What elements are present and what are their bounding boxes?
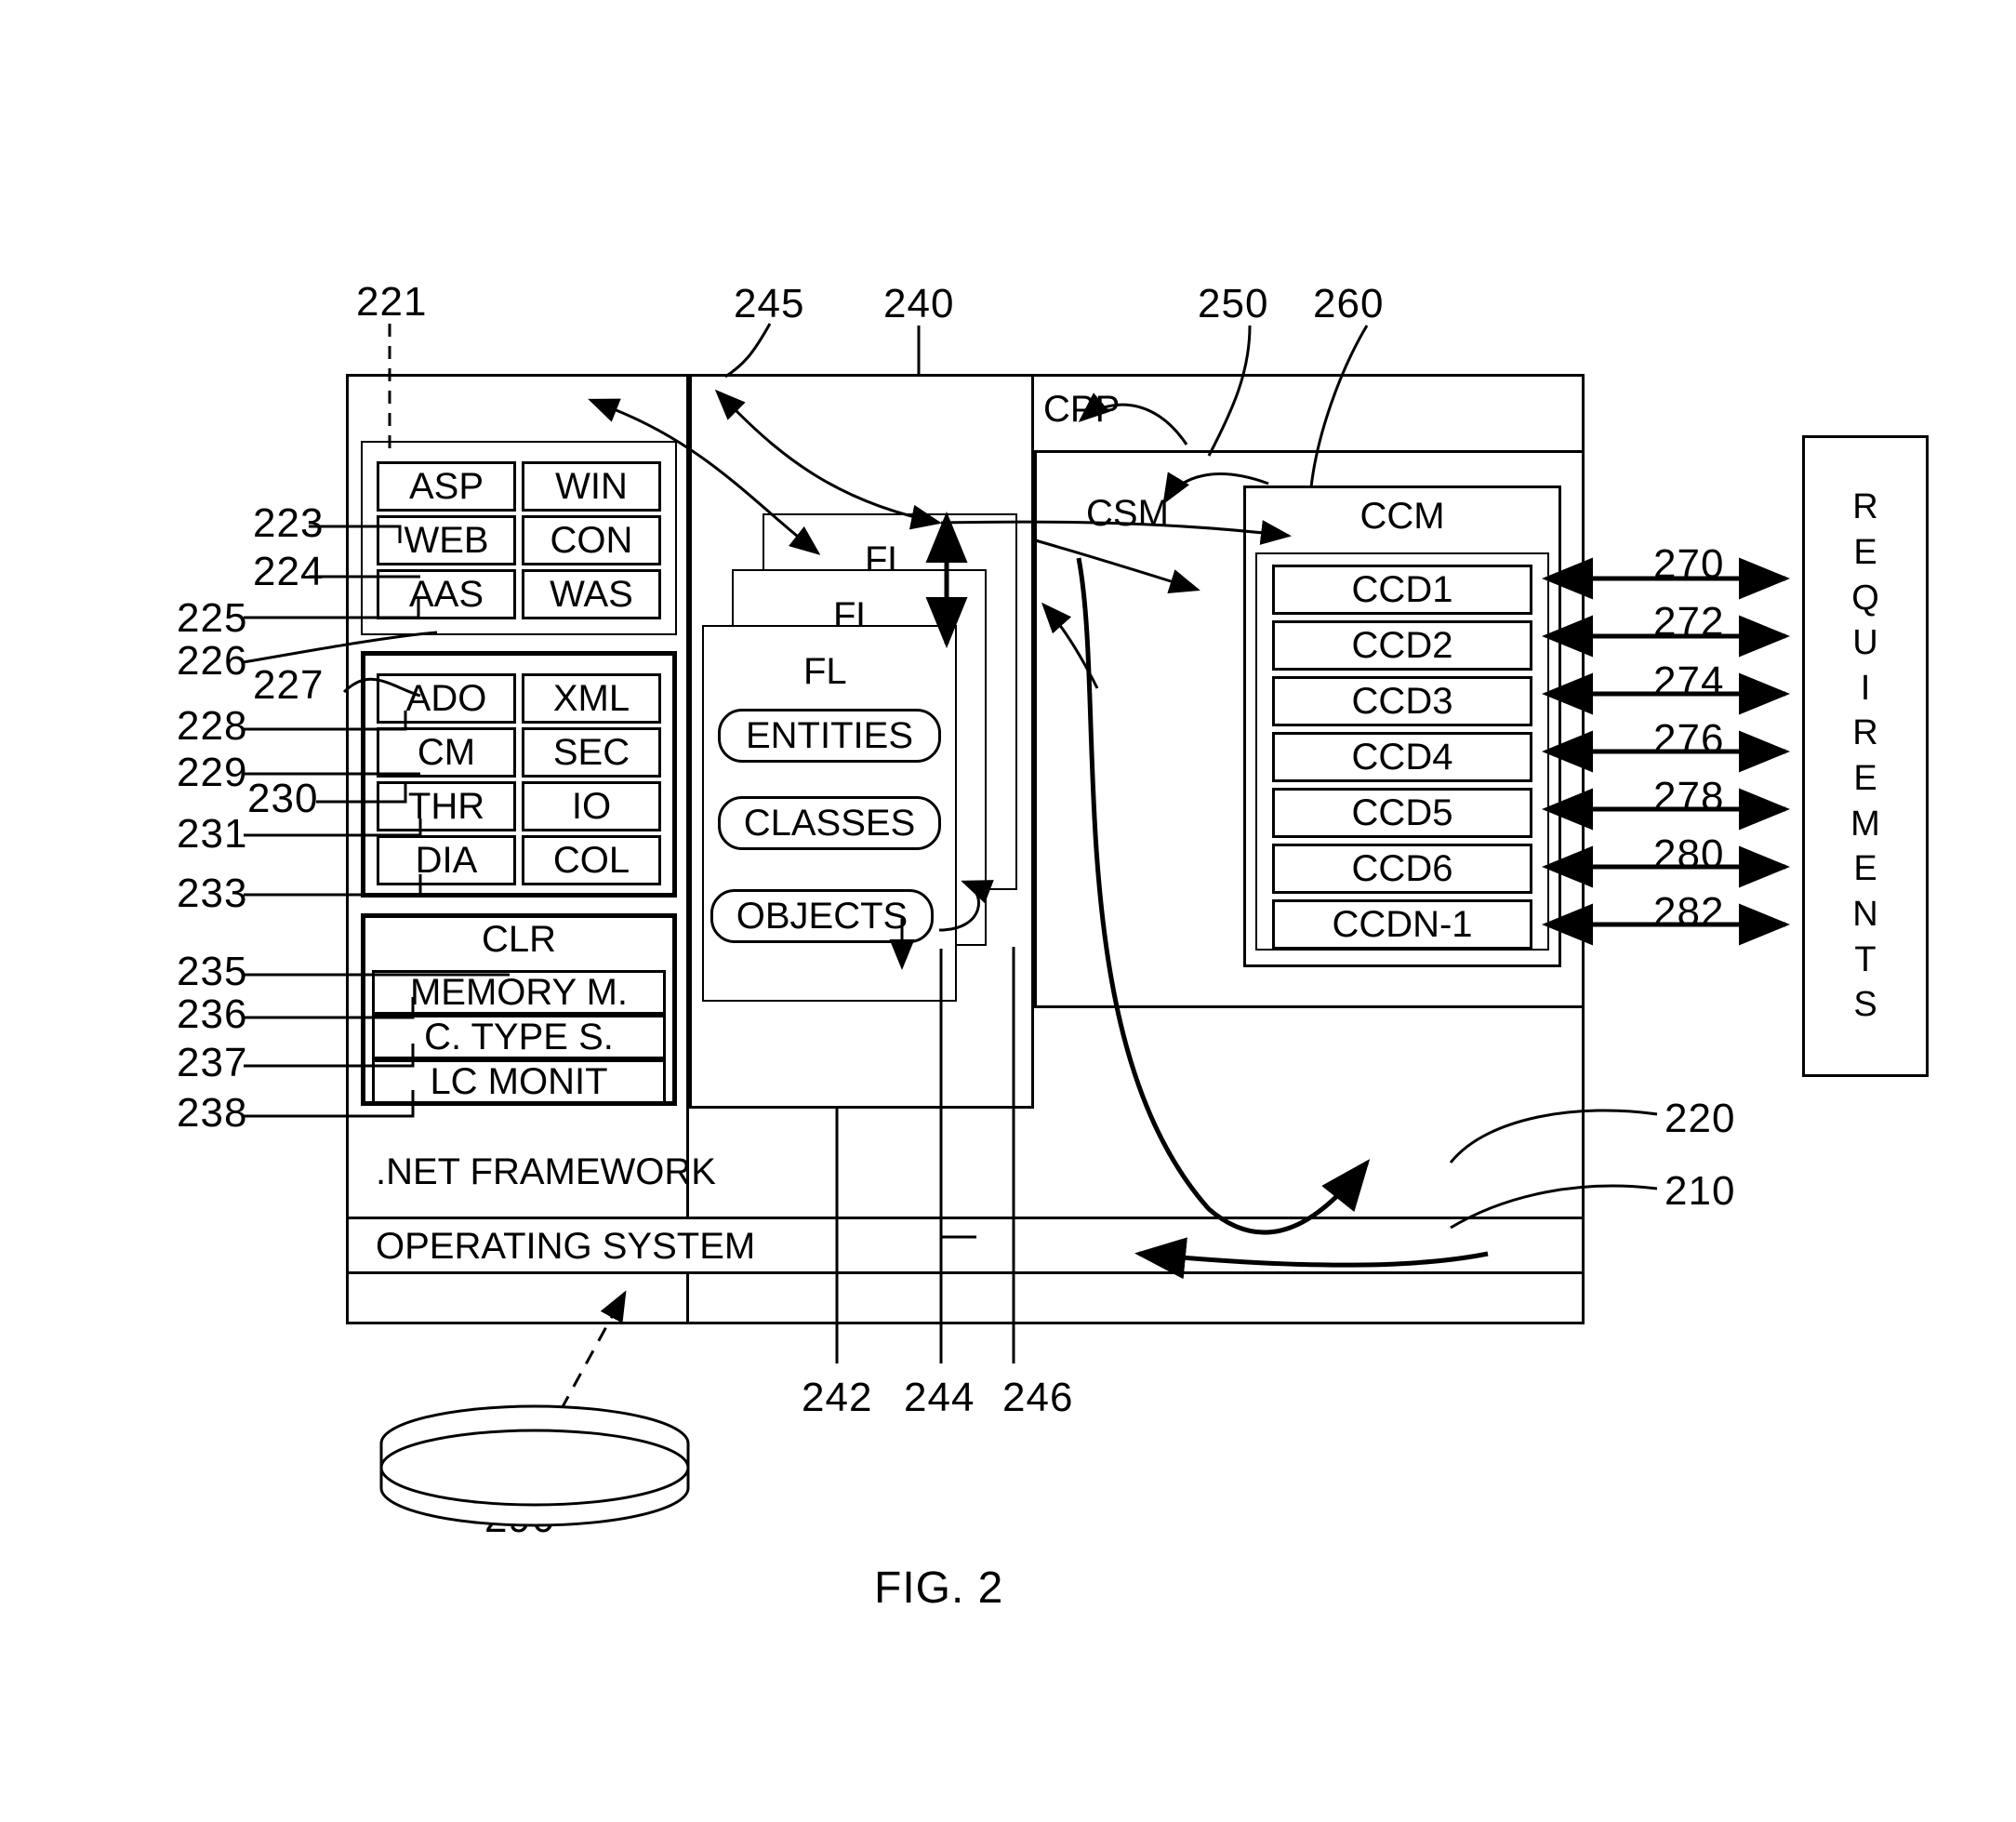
cell-asp: ASP [377, 461, 516, 512]
cell-aas: AAS [377, 569, 516, 619]
cell-win: WIN [522, 461, 661, 512]
ref-221: 221 [356, 279, 428, 325]
leader-245 [724, 323, 772, 379]
pill-classes: CLASSES [718, 796, 941, 850]
ccd-item-1-label: CCD1 [1351, 568, 1453, 610]
cell-thr-label: THR [407, 785, 485, 827]
ref-224: 224 [253, 549, 325, 594]
cell-asp-label: ASP [408, 465, 484, 507]
cell-sec-label: SEC [552, 731, 630, 773]
cell-sec: SEC [522, 727, 661, 778]
cell-xml: XML [522, 673, 661, 724]
cell-io-label: IO [571, 785, 612, 827]
cell-memory-manager-label: MEMORY M. [409, 971, 629, 1013]
cell-aas-label: AAS [408, 573, 484, 615]
ref-225: 225 [177, 595, 248, 641]
cell-col-label: COL [552, 839, 630, 881]
cpp-label: CPP [1043, 389, 1121, 430]
ref-237: 237 [177, 1040, 248, 1085]
ccd-item-3-label: CCD3 [1351, 680, 1453, 722]
ccd-item-4: CCD4 [1272, 732, 1532, 782]
ccd-item-5: CCD5 [1272, 788, 1532, 838]
clr-title: CLR [361, 917, 677, 962]
cell-col: COL [522, 835, 661, 885]
csm-label: CSM [1086, 493, 1169, 534]
ccd-item-4-label: CCD4 [1351, 736, 1453, 778]
cell-was-label: WAS [550, 573, 633, 615]
patent-figure-2: ASP WIN WEB CON AAS WAS ADO XML CM SEC T… [0, 0, 2016, 1822]
ref-223: 223 [253, 500, 325, 546]
ref-242: 242 [802, 1375, 873, 1420]
cell-web: WEB [377, 515, 516, 565]
ref-280: 280 [1653, 831, 1725, 877]
cell-common-type-system: C. TYPE S. [372, 1015, 666, 1059]
cell-ado: ADO [377, 673, 516, 724]
ref-233: 233 [177, 871, 248, 916]
ccd-item-2: CCD2 [1272, 620, 1532, 671]
ref-235: 235 [177, 949, 248, 994]
ref-227: 227 [253, 662, 325, 708]
ccd-item-n-1: CCDN-1 [1272, 899, 1532, 950]
ref-244: 244 [904, 1375, 975, 1420]
cell-ado-label: ADO [405, 677, 487, 719]
cell-thr: THR [377, 781, 516, 831]
cell-con-label: CON [550, 519, 633, 561]
ref-220: 220 [1665, 1096, 1736, 1141]
ref-245: 245 [734, 281, 805, 326]
cell-lifecycle-monitor: LC MONIT [372, 1059, 666, 1104]
ref-240: 240 [883, 281, 955, 326]
ref-282: 282 [1653, 889, 1725, 935]
ref-290: 290 [484, 1496, 556, 1541]
clr-title-label: CLR [481, 918, 557, 960]
ref-238: 238 [177, 1090, 248, 1136]
ccd-item-3: CCD3 [1272, 676, 1532, 726]
ref-231: 231 [177, 811, 248, 857]
cell-dia-label: DIA [415, 839, 478, 881]
ccm-title-label: CCM [1359, 495, 1445, 537]
cell-cm-label: CM [417, 731, 476, 773]
ref-272: 272 [1653, 599, 1725, 645]
pill-objects: OBJECTS [710, 889, 934, 943]
cell-win-label: WIN [555, 465, 628, 507]
ref-260: 260 [1313, 281, 1385, 326]
cell-con: CON [522, 515, 661, 565]
requirements-text: R E Q U I R E M E N T S [1850, 487, 1880, 1025]
ccd-item-5-label: CCD5 [1351, 791, 1453, 833]
ccd-item-6: CCD6 [1272, 844, 1532, 894]
ref-226: 226 [177, 638, 248, 684]
ref-276: 276 [1653, 716, 1725, 762]
cell-io: IO [522, 781, 661, 831]
ref-270: 270 [1653, 541, 1725, 587]
figure-caption: FIG. 2 [874, 1563, 1004, 1613]
ref-250: 250 [1198, 281, 1269, 326]
cell-web-label: WEB [404, 519, 489, 561]
ref-228: 228 [177, 703, 248, 749]
ccd-item-1: CCD1 [1272, 565, 1532, 615]
ref-278: 278 [1653, 774, 1725, 819]
pill-entities-label: ENTITIES [745, 714, 914, 756]
ref-229: 229 [177, 750, 248, 795]
fl-card-front-label: FL [803, 651, 847, 692]
ref-274: 274 [1653, 658, 1725, 704]
cell-cm: CM [377, 727, 516, 778]
ref-246: 246 [1002, 1375, 1074, 1420]
ccd-item-2-label: CCD2 [1351, 624, 1453, 666]
cell-xml-label: XML [552, 677, 630, 719]
ccd-item-6-label: CCD6 [1351, 847, 1453, 889]
pill-objects-label: OBJECTS [736, 895, 909, 937]
ref-210: 210 [1665, 1168, 1736, 1214]
ref-230: 230 [247, 776, 319, 821]
cell-was: WAS [522, 569, 661, 619]
operating-system-label: OPERATING SYSTEM [376, 1226, 756, 1267]
ref-236: 236 [177, 991, 248, 1037]
pill-classes-label: CLASSES [743, 802, 916, 844]
net-framework-label: .NET FRAMEWORK [376, 1151, 716, 1192]
cell-common-type-system-label: C. TYPE S. [424, 1016, 614, 1057]
cell-memory-manager: MEMORY M. [372, 970, 666, 1015]
ccd-item-n-1-label: CCDN-1 [1332, 903, 1473, 945]
cell-lifecycle-monitor-label: LC MONIT [430, 1060, 608, 1102]
pill-entities: ENTITIES [718, 709, 941, 763]
cell-dia: DIA [377, 835, 516, 885]
ccm-title: CCM [1243, 493, 1561, 539]
